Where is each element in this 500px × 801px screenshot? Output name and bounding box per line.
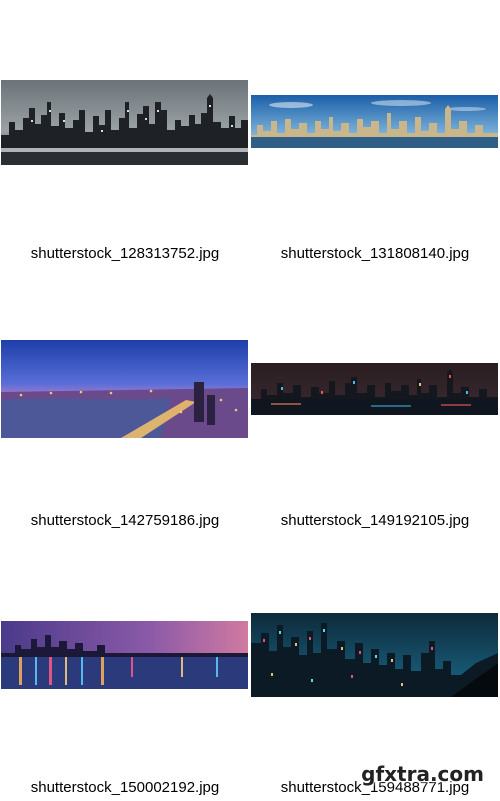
filename-label: shutterstock_142759186.jpg (30, 512, 220, 529)
watermark-logo: gfxtra.com (361, 762, 484, 786)
thumbnail-image[interactable] (251, 95, 498, 148)
gallery-item[interactable]: shutterstock_131808140.jpg (250, 0, 500, 267)
filename-label: shutterstock_128313752.jpg (30, 245, 220, 262)
gallery-item[interactable]: shutterstock_150002192.jpg (0, 534, 250, 801)
thumbnail-image[interactable] (1, 80, 248, 165)
filename-label: shutterstock_131808140.jpg (280, 245, 470, 262)
thumbnail-image[interactable] (1, 340, 248, 438)
thumbnail-image[interactable] (251, 613, 498, 697)
filename-label: shutterstock_150002192.jpg (30, 779, 220, 796)
gallery-item[interactable]: shutterstock_149192105.jpg (250, 267, 500, 534)
gallery-item[interactable]: shutterstock_159488771.jpg (250, 534, 500, 801)
gallery-item[interactable]: shutterstock_142759186.jpg (0, 267, 250, 534)
thumbnail-image[interactable] (251, 363, 498, 415)
gallery-item[interactable]: shutterstock_128313752.jpg (0, 0, 250, 267)
thumbnail-image[interactable] (1, 621, 248, 689)
filename-label: shutterstock_149192105.jpg (280, 512, 470, 529)
